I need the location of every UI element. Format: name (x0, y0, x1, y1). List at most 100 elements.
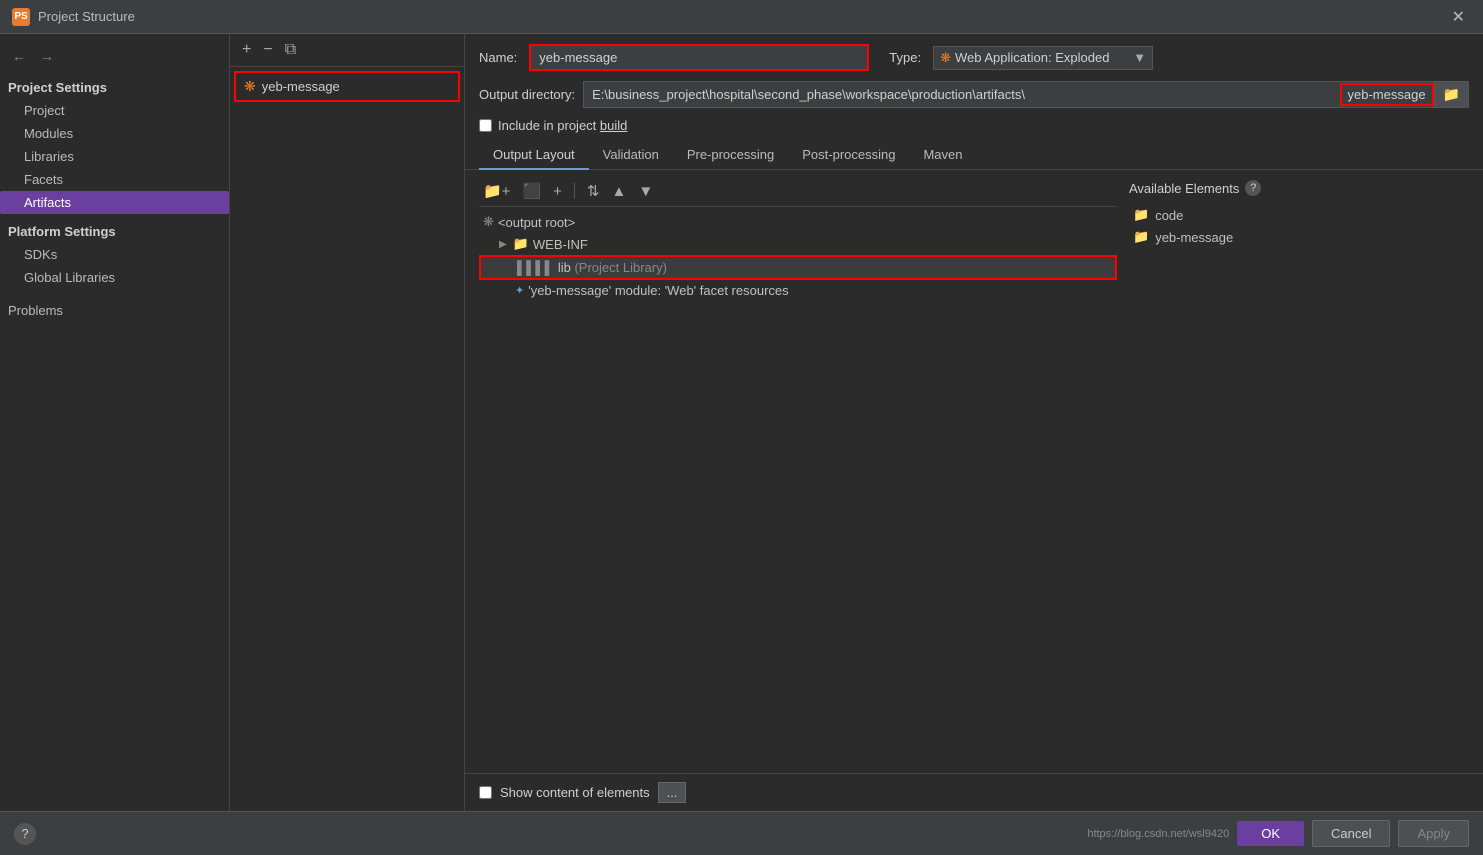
tree-item-module-resources[interactable]: ✦ 'yeb-message' module: 'Web' facet reso… (479, 280, 1117, 301)
webinf-folder-icon: 📁 (513, 236, 529, 252)
lib-icon: ▌▌▌▌ (517, 260, 554, 275)
tab-output-layout[interactable]: Output Layout (479, 141, 589, 170)
output-dir-highlight: yeb-message (1340, 83, 1434, 106)
sidebar: ← → Project Settings Project Modules Lib… (0, 34, 230, 811)
available-item-yeb-message[interactable]: 📁 yeb-message (1129, 226, 1469, 248)
code-folder-icon: 📁 (1133, 207, 1149, 223)
tree-btn-file[interactable]: ⬛ (518, 180, 545, 202)
sidebar-item-modules[interactable]: Modules (0, 122, 229, 145)
artifact-item-icon: ❋ (244, 78, 256, 95)
output-dir-row: Output directory: E:\business_project\ho… (465, 77, 1483, 114)
type-select[interactable]: ❋ Web Application: Exploded ▼ (933, 46, 1153, 70)
tab-post-processing[interactable]: Post-processing (788, 141, 909, 170)
tree-btn-up[interactable]: ▲ (607, 181, 630, 202)
include-build-label: Include in project build (498, 118, 627, 133)
title-bar: PS Project Structure ✕ (0, 0, 1483, 34)
sidebar-item-facets[interactable]: Facets (0, 168, 229, 191)
app-icon-text: PS (14, 11, 27, 22)
sidebar-item-artifacts[interactable]: Artifacts (0, 191, 229, 214)
nav-forward-button[interactable]: → (36, 46, 58, 66)
output-dir-prefix: E:\business_project\hospital\second_phas… (584, 83, 1339, 106)
output-dir-label: Output directory: (479, 87, 575, 102)
close-button[interactable]: ✕ (1446, 5, 1471, 29)
available-header: Available Elements ? (1129, 176, 1469, 204)
name-row: Name: Type: ❋ Web Application: Exploded … (465, 34, 1483, 77)
tree-btn-folder[interactable]: 📁+ (479, 180, 514, 202)
tree-item-output-root[interactable]: ❋ <output root> (479, 211, 1117, 233)
type-select-text: Web Application: Exploded (955, 50, 1129, 65)
output-root-icon: ❋ (483, 214, 494, 230)
checkbox-row: Include in project build (465, 114, 1483, 141)
window-title: Project Structure (38, 9, 135, 24)
sidebar-item-project[interactable]: Project (0, 99, 229, 122)
available-yeb-label: yeb-message (1155, 230, 1233, 245)
webinf-label: WEB-INF (533, 237, 588, 252)
tree-item-lib[interactable]: ▌▌▌▌ lib (Project Library) (479, 255, 1117, 280)
tree-content: ❋ <output root> ▶ 📁 WEB-INF ▌▌▌▌ lib (Pr… (479, 207, 1117, 767)
project-settings-title: Project Settings (0, 74, 229, 99)
tab-maven[interactable]: Maven (909, 141, 976, 170)
available-item-code[interactable]: 📁 code (1129, 204, 1469, 226)
available-help-icon[interactable]: ? (1245, 180, 1261, 196)
name-label: Name: (479, 50, 517, 65)
artifact-panel: + − ⧉ ❋ yeb-message (230, 34, 465, 811)
output-dir-browse-button[interactable]: 📁 (1434, 82, 1468, 107)
apply-button[interactable]: Apply (1398, 820, 1469, 847)
sidebar-item-global-libraries[interactable]: Global Libraries (0, 266, 229, 289)
webinf-expand-icon: ▶ (499, 239, 507, 250)
artifact-item-yeb-message[interactable]: ❋ yeb-message (234, 71, 460, 102)
sidebar-item-sdks[interactable]: SDKs (0, 243, 229, 266)
name-input[interactable] (531, 46, 867, 69)
footer-right: https://blog.csdn.net/wsl9420 OK Cancel … (1087, 820, 1469, 847)
ok-button[interactable]: OK (1237, 821, 1304, 846)
platform-settings-title: Platform Settings (0, 214, 229, 243)
sidebar-item-libraries[interactable]: Libraries (0, 145, 229, 168)
tabs-bar: Output Layout Validation Pre-processing … (465, 141, 1483, 170)
available-title: Available Elements (1129, 181, 1239, 196)
app-icon: PS (12, 8, 30, 26)
artifact-add-button[interactable]: + (238, 40, 255, 60)
output-dir-input-wrapper: E:\business_project\hospital\second_phas… (583, 81, 1469, 108)
main-layout: ← → Project Settings Project Modules Lib… (0, 34, 1483, 811)
tab-validation[interactable]: Validation (589, 141, 673, 170)
sidebar-nav: ← → (0, 42, 229, 74)
tree-toolbar-separator (574, 183, 575, 199)
nav-back-button[interactable]: ← (8, 46, 30, 66)
module-icon: ✦ (515, 284, 524, 297)
artifact-remove-button[interactable]: − (259, 40, 276, 60)
title-bar-left: PS Project Structure (12, 8, 135, 26)
footer: ? https://blog.csdn.net/wsl9420 OK Cance… (0, 811, 1483, 855)
yeb-folder-icon: 📁 (1133, 229, 1149, 245)
cancel-button[interactable]: Cancel (1312, 820, 1390, 847)
tree-btn-sort[interactable]: ⇅ (583, 180, 604, 202)
tab-pre-processing[interactable]: Pre-processing (673, 141, 788, 170)
footer-url: https://blog.csdn.net/wsl9420 (1087, 828, 1229, 840)
available-panel: Available Elements ? 📁 code 📁 yeb-messag… (1129, 176, 1469, 767)
artifact-item-label: yeb-message (262, 79, 340, 94)
tree-btn-down[interactable]: ▼ (634, 181, 657, 202)
available-code-label: code (1155, 208, 1183, 223)
tree-btn-add[interactable]: + (549, 181, 566, 202)
type-dropdown-arrow-icon: ▼ (1133, 50, 1146, 65)
include-build-checkbox[interactable] (479, 119, 492, 132)
footer-left: ? (14, 823, 36, 845)
show-content-checkbox[interactable] (479, 786, 492, 799)
show-content-label: Show content of elements (500, 785, 650, 800)
output-layout-area: 📁+ ⬛ + ⇅ ▲ ▼ ❋ <output root> (465, 170, 1483, 773)
artifact-copy-button[interactable]: ⧉ (281, 40, 300, 60)
module-label: 'yeb-message' module: 'Web' facet resour… (528, 283, 788, 298)
type-select-icon: ❋ (940, 50, 951, 66)
lib-label: lib (Project Library) (558, 260, 667, 275)
name-input-wrapper (529, 44, 869, 71)
tree-toolbar: 📁+ ⬛ + ⇅ ▲ ▼ (479, 176, 1117, 207)
dots-button[interactable]: ... (658, 782, 687, 803)
type-label: Type: (889, 50, 921, 65)
help-button[interactable]: ? (14, 823, 36, 845)
tree-panel: 📁+ ⬛ + ⇅ ▲ ▼ ❋ <output root> (479, 176, 1117, 767)
tree-item-webinf[interactable]: ▶ 📁 WEB-INF (479, 233, 1117, 255)
sidebar-item-problems[interactable]: Problems (0, 289, 229, 322)
content-bottom: Show content of elements ... (465, 773, 1483, 811)
output-root-label: <output root> (498, 215, 575, 230)
content-area: Name: Type: ❋ Web Application: Exploded … (465, 34, 1483, 811)
available-content: 📁 code 📁 yeb-message (1129, 204, 1469, 767)
